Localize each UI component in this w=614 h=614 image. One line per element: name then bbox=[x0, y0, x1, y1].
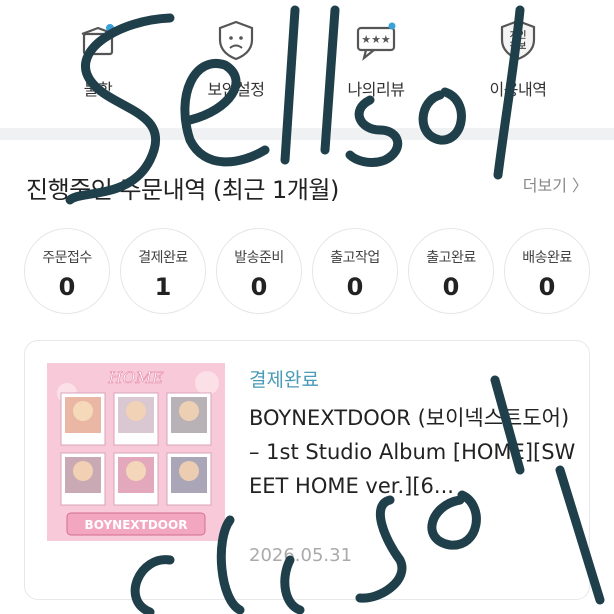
nav-item-security[interactable]: 보안설정 bbox=[176, 18, 296, 100]
box-icon bbox=[81, 24, 115, 56]
review-chat-icon: ★★★ bbox=[356, 22, 396, 61]
nav-label: 보안설정 bbox=[207, 80, 265, 99]
nav-item-box[interactable]: 물함 bbox=[38, 18, 158, 100]
status-count: 1 bbox=[154, 273, 172, 301]
order-product-title[interactable]: BOYNEXTDOOR (보이넥스트도어) – 1st Studio Album… bbox=[249, 401, 579, 503]
status-label: 결제완료 bbox=[138, 250, 188, 266]
status-count: 0 bbox=[346, 273, 364, 301]
album-logo-text: BOYNEXTDOOR bbox=[85, 518, 188, 532]
nav-label: 물함 bbox=[83, 80, 113, 99]
svg-text:정보: 정보 bbox=[510, 40, 527, 52]
order-date: 2026.05.31 bbox=[249, 545, 353, 566]
orders-section-title: 진행중인 주문내역 (최근 1개월) bbox=[26, 176, 339, 204]
privacy-icon: 개인 정보 bbox=[500, 19, 536, 61]
status-shipping-prep[interactable]: 발송준비 0 bbox=[216, 228, 302, 314]
status-count: 0 bbox=[250, 273, 268, 301]
status-release-work[interactable]: 출고작업 0 bbox=[312, 228, 398, 314]
status-count: 0 bbox=[538, 273, 556, 301]
album-title-text: HOME bbox=[107, 368, 163, 387]
status-label: 출고완료 bbox=[426, 250, 476, 266]
status-released[interactable]: 출고완료 0 bbox=[408, 228, 494, 314]
status-order-received[interactable]: 주문접수 0 bbox=[24, 228, 110, 314]
top-nav: 물함 보안설정 ★★★ 나의리뷰 개인 정보 이용내역 bbox=[0, 0, 614, 128]
order-card[interactable]: HOME BOYNEXTDOOR 결제완료 BOYNEXTDOOR (보이넥스트… bbox=[24, 340, 590, 600]
album-cover-image: HOME BOYNEXTDOOR bbox=[47, 363, 225, 541]
status-label: 발송준비 bbox=[234, 250, 284, 266]
status-count: 0 bbox=[442, 273, 460, 301]
svg-text:★★★: ★★★ bbox=[361, 33, 391, 46]
album-art: HOME BOYNEXTDOOR bbox=[47, 363, 225, 541]
status-payment-complete[interactable]: 결제완료 1 bbox=[120, 228, 206, 314]
nav-item-usage[interactable]: 개인 정보 이용내역 bbox=[458, 18, 578, 100]
nav-label: 이용내역 bbox=[489, 80, 547, 99]
status-label: 출고작업 bbox=[330, 250, 380, 266]
svg-text:개인: 개인 bbox=[510, 29, 527, 41]
status-count: 0 bbox=[58, 273, 76, 301]
section-divider bbox=[0, 128, 614, 140]
status-delivered[interactable]: 배송완료 0 bbox=[504, 228, 590, 314]
more-link[interactable]: 더보기 〉 bbox=[523, 172, 588, 196]
order-status-label: 결제완료 bbox=[249, 369, 319, 391]
order-status-row: 주문접수 0 결제완료 1 발송준비 0 출고작업 0 출고완료 0 배송완료 … bbox=[24, 228, 590, 314]
shield-icon bbox=[218, 20, 254, 61]
status-label: 주문접수 bbox=[42, 250, 92, 266]
nav-item-reviews[interactable]: ★★★ 나의리뷰 bbox=[316, 18, 436, 100]
status-label: 배송완료 bbox=[522, 250, 572, 266]
nav-label: 나의리뷰 bbox=[347, 80, 405, 99]
